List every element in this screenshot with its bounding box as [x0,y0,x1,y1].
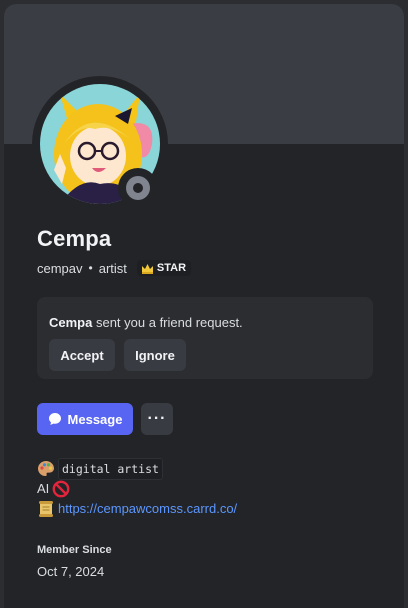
scroll-icon [39,501,53,517]
friend-request-panel: Cempa sent you a friend request. Accept … [37,297,373,379]
guild-tag-label: STAR [156,262,187,274]
bio-code-text: digital artist [58,458,163,480]
username: cempav [37,260,83,276]
bio-line-2: AI [37,479,237,499]
display-name: Cempa [37,226,112,251]
member-since-date: Oct 7, 2024 [37,564,105,579]
friend-request-name: Cempa [49,315,93,330]
palette-icon [38,461,54,476]
pronouns: artist [98,260,127,276]
more-options-button[interactable]: ··· [141,403,173,435]
no-entry-icon [52,480,70,498]
avatar-frame [32,76,168,212]
ellipsis-icon: ··· [147,410,167,427]
ignore-button[interactable]: Ignore [124,339,186,371]
guild-tag-badge[interactable]: STAR [136,260,192,276]
friend-request-text: Cempa sent you a friend request. [49,315,243,330]
member-since-label: Member Since [37,544,112,556]
crown-icon [141,263,153,274]
bio-text: AI [37,481,50,496]
bio-line-1: digital artist [37,458,237,480]
bio-link[interactable]: https://cempawcomss.carrd.co/ [58,499,237,519]
bio-line-3: https://cempawcomss.carrd.co/ [37,499,237,519]
offline-status-icon [126,176,150,200]
friend-request-message: sent you a friend request. [92,315,243,330]
message-button[interactable]: Message [37,403,133,435]
accept-button[interactable]: Accept [49,339,115,371]
separator: • [88,261,93,275]
message-label: Message [67,411,123,427]
status-indicator [118,168,158,208]
profile-subline: cempav • artist STAR [37,260,192,276]
bio: digital artist AI https://cempawcomss.ca… [37,458,237,519]
profile-card: Cempa cempav • artist STAR Cempa sent yo… [4,4,404,608]
chat-bubble-icon [48,413,61,425]
